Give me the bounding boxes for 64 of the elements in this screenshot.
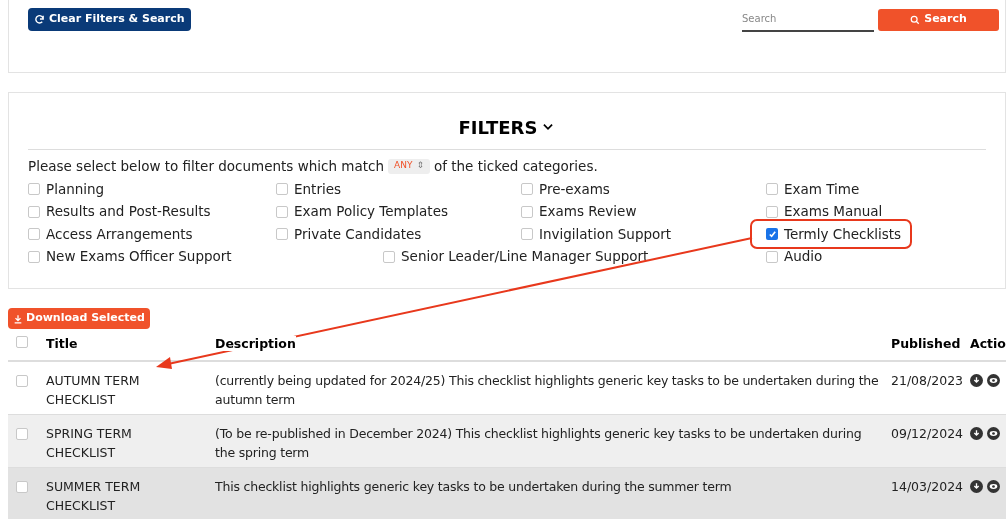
download-icon [13,313,23,324]
search-icon [910,14,921,25]
checkbox[interactable] [766,205,778,218]
checkbox[interactable] [28,205,40,218]
category-label: New Exams Officer Support [46,249,232,265]
table-cell: This checklist highlights generic key tasks to be undertaken during the summer term [215,479,732,494]
table-cell: AUTUMN TERM CHECKLIST [46,373,140,407]
filters-toggle[interactable]: FILTERS [458,113,556,141]
table-row[interactable]: SPRING TERM CHECKLIST (To be re-published in December 2024) This checklist highlights generic key tasks to be undertaken during the spring term 09/12/2024 [8,415,1006,468]
table-cell: SUMMER TERM CHECKLIST [46,479,141,513]
category-label: Exam Time [784,181,860,197]
filter-intro-text: of the ticked categories. [433,156,598,176]
download-selected-button[interactable]: Download Selected [8,308,150,329]
checkbox[interactable] [766,250,778,263]
download-icon[interactable] [970,374,983,387]
checkbox[interactable] [766,228,778,241]
checkbox[interactable] [16,336,28,349]
checkbox[interactable] [28,228,40,241]
search-field[interactable]: Search [742,7,874,32]
checkbox[interactable] [276,183,288,196]
match-mode-select[interactable]: ANY ⇕ [388,158,430,174]
checkbox[interactable] [16,481,28,493]
filter-intro-text: Please select below to filter documents which match [28,156,384,176]
checkbox[interactable] [521,228,533,241]
checkbox[interactable] [16,428,28,440]
table-row[interactable]: SUMMER TERM CHECKLIST This checklist highlights generic key tasks to be undertaken during the summer term 14/03/2024 [8,468,1006,519]
category-label: Senior Leader/Line Manager Support [401,249,649,265]
checkbox[interactable] [276,228,288,241]
category-label: Pre-exams [539,181,610,197]
search-button[interactable]: Search [878,8,999,31]
eye-icon[interactable] [987,480,1000,493]
category-label: Exam Policy Templates [294,204,448,220]
category-label: Exams Review [539,204,637,220]
category-label: Invigilation Support [539,226,672,242]
checkbox[interactable] [766,183,778,196]
checkbox[interactable] [521,205,533,218]
refresh-icon [34,14,45,25]
category-label: Audio [784,249,823,265]
checkbox[interactable] [28,250,40,263]
eye-icon[interactable] [987,374,1000,387]
table-cell: 09/12/2024 [891,426,964,441]
table-cell: (To be re-published in December 2024) This checklist highlights generic key tasks to be undertaken during the spring term [215,426,862,460]
table-cell: 21/08/2023 [891,373,964,388]
category-label: Termly Checklists [784,226,902,242]
clear-filters-button[interactable]: Clear Filters & Search [28,8,191,31]
table-cell: 14/03/2024 [891,479,964,494]
eye-icon[interactable] [987,427,1000,440]
category-label: Access Arrangements [46,226,193,242]
download-icon[interactable] [970,480,983,493]
category-label: Entries [294,181,342,197]
column-header: Description [215,336,296,352]
download-icon[interactable] [970,427,983,440]
category-label: Results and Post-Results [46,204,211,220]
checkbox[interactable] [276,205,288,218]
category-label: Exams Manual [784,204,883,220]
category-label: Planning [46,181,105,197]
checkbox[interactable] [28,183,40,196]
checkbox[interactable] [383,250,395,263]
category-label: Private Candidates [294,226,422,242]
checkbox[interactable] [521,183,533,196]
table-cell: SPRING TERM CHECKLIST [46,426,132,460]
checkbox[interactable] [16,375,28,387]
select-arrows-icon: ⇕ [416,159,424,173]
table-cell: (currently being updated for 2024/25) This checklist highlights generic key tasks to be undertaken during the autumn term [215,373,879,407]
